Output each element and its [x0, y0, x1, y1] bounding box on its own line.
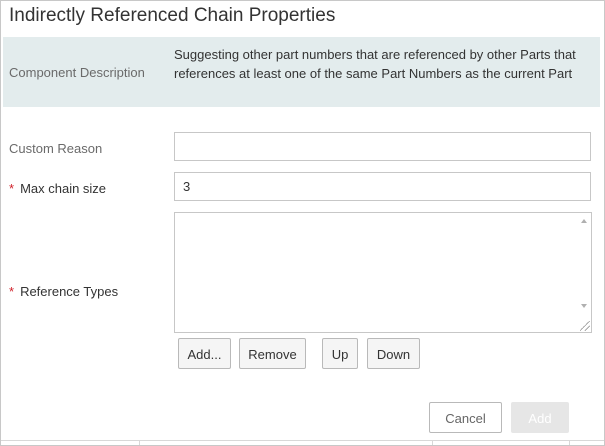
resize-grip-icon[interactable] [580, 321, 590, 331]
max-chain-size-input[interactable] [174, 172, 591, 201]
dialog-title: Indirectly Referenced Chain Properties [9, 5, 336, 26]
component-description-label: Component Description [9, 65, 145, 80]
textarea-scrollbar[interactable] [577, 213, 591, 332]
column-divider [569, 441, 570, 445]
underlying-table-edge [1, 440, 604, 445]
reference-types-label: * Reference Types [9, 284, 118, 299]
max-chain-size-label-text: Max chain size [20, 181, 107, 196]
scroll-down-arrow-icon[interactable] [581, 304, 587, 308]
add-button[interactable]: Add [511, 402, 569, 433]
required-asterisk: * [9, 284, 15, 299]
max-chain-size-label: * Max chain size [9, 181, 106, 196]
move-down-button[interactable]: Down [367, 338, 420, 369]
remove-reference-button[interactable]: Remove [239, 338, 306, 369]
column-divider [139, 441, 140, 445]
scroll-up-arrow-icon[interactable] [581, 219, 587, 223]
component-description-band: Component Description Suggesting other p… [3, 37, 600, 107]
required-asterisk: * [9, 181, 15, 196]
reference-types-label-text: Reference Types [20, 284, 119, 299]
move-up-button[interactable]: Up [322, 338, 358, 369]
reference-types-textarea[interactable] [174, 212, 592, 333]
column-divider [432, 441, 433, 445]
custom-reason-input[interactable] [174, 132, 591, 161]
properties-dialog: Indirectly Referenced Chain Properties C… [0, 0, 605, 446]
custom-reason-label: Custom Reason [9, 141, 103, 156]
add-reference-button[interactable]: Add... [178, 338, 231, 369]
cancel-button[interactable]: Cancel [429, 402, 502, 433]
component-description-text: Suggesting other part numbers that are r… [174, 47, 576, 81]
